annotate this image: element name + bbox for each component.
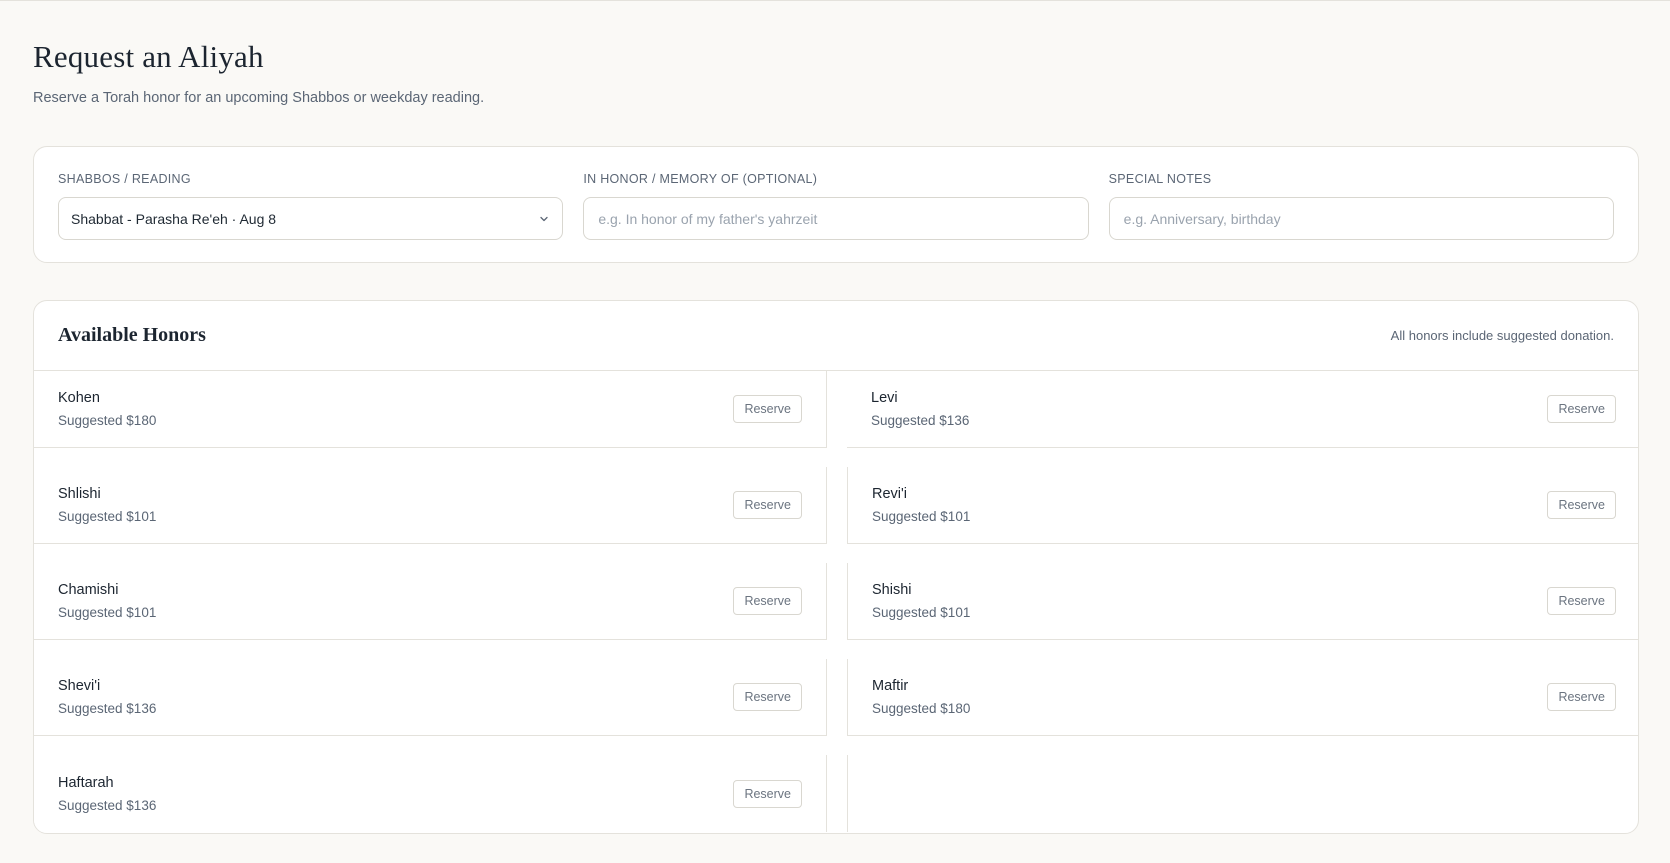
honor-item-shevii: Shevi'i Suggested $136 Reserve — [34, 659, 827, 736]
reserve-button-kohen[interactable]: Reserve — [733, 395, 802, 423]
honor-price: Suggested $136 — [58, 701, 157, 716]
request-form: SHABBOS / READING Shabbat - Parasha Re'e… — [33, 146, 1639, 263]
page-title: Request an Aliyah — [33, 39, 264, 74]
honor-price: Suggested $101 — [872, 509, 971, 524]
honor-field: IN HONOR / MEMORY OF (OPTIONAL) — [583, 171, 1089, 262]
honor-info: Chamishi Suggested $101 — [58, 581, 156, 621]
honor-name: Revi'i — [872, 486, 907, 502]
honor-item-maftir: Maftir Suggested $180 Reserve — [847, 659, 1638, 736]
honor-name: Maftir — [872, 678, 909, 694]
honor-name: Kohen — [58, 390, 100, 406]
honors-title: Available Honors — [58, 324, 206, 346]
notes-label: SPECIAL NOTES — [1108, 172, 1212, 186]
honor-name: Shevi'i — [58, 678, 101, 694]
honor-info: Maftir Suggested $180 — [872, 677, 970, 717]
notes-field: SPECIAL NOTES — [1108, 171, 1614, 262]
honor-price: Suggested $180 — [58, 413, 157, 428]
notes-input[interactable] — [1121, 209, 1601, 228]
honor-info: Haftarah Suggested $136 — [58, 774, 156, 814]
empty-grid-cell — [847, 755, 1638, 832]
honor-item-haftarah: Haftarah Suggested $136 Reserve — [34, 755, 827, 832]
reserve-button-haftarah[interactable]: Reserve — [733, 779, 802, 808]
reserve-button-shishi[interactable]: Reserve — [1547, 587, 1616, 615]
honor-price: Suggested $180 — [872, 701, 971, 716]
reserve-button-shevii[interactable]: Reserve — [733, 683, 802, 711]
honor-item-shishi: Shishi Suggested $101 Reserve — [847, 563, 1638, 640]
honor-info: Shevi'i Suggested $136 — [58, 677, 156, 717]
notes-input-wrapper — [1108, 197, 1614, 240]
honors-note: All honors include suggested donation. — [1390, 328, 1614, 343]
honor-price: Suggested $101 — [872, 605, 971, 620]
honor-name: Haftarah — [58, 774, 114, 791]
honor-info: Shlishi Suggested $101 — [58, 485, 156, 525]
reading-select-value: Shabbat - Parasha Re'eh · Aug 8 — [71, 210, 277, 227]
page-subtitle: Reserve a Torah honor for an upcoming Sh… — [33, 90, 485, 106]
honor-name: Shlishi — [58, 486, 101, 502]
honor-label: IN HONOR / MEMORY OF (OPTIONAL) — [583, 172, 818, 186]
reserve-button-shlishi[interactable]: Reserve — [733, 491, 802, 519]
honors-grid: Kohen Suggested $180 Reserve Levi Sugges… — [34, 371, 1638, 832]
honor-price: Suggested $101 — [58, 605, 157, 620]
honor-name: Chamishi — [58, 582, 119, 598]
honor-input[interactable] — [596, 209, 1076, 228]
available-honors-card: Available Honors All honors include sugg… — [33, 300, 1639, 834]
honor-price: Suggested $136 — [58, 797, 157, 813]
honor-input-wrapper — [583, 197, 1089, 240]
honor-item-shlishi: Shlishi Suggested $101 Reserve — [34, 467, 827, 544]
honor-item-chamishi: Chamishi Suggested $101 Reserve — [34, 563, 827, 640]
reading-label: SHABBOS / READING — [58, 172, 191, 186]
page: Request an Aliyah Reserve a Torah honor … — [0, 1, 1670, 834]
reserve-button-chamishi[interactable]: Reserve — [733, 587, 802, 615]
honor-price: Suggested $136 — [871, 413, 970, 428]
reading-field: SHABBOS / READING Shabbat - Parasha Re'e… — [58, 171, 564, 262]
honor-info: Shishi Suggested $101 — [872, 581, 970, 621]
honor-item-revii: Revi'i Suggested $101 Reserve — [847, 467, 1638, 544]
honor-price: Suggested $101 — [58, 509, 157, 524]
honor-info: Revi'i Suggested $101 — [872, 485, 970, 525]
honor-item-kohen: Kohen Suggested $180 Reserve — [34, 371, 827, 448]
honor-name: Levi — [871, 390, 898, 406]
honor-info: Kohen Suggested $180 — [58, 389, 156, 429]
chevron-down-icon — [540, 216, 548, 222]
honor-item-levi: Levi Suggested $136 Reserve — [847, 371, 1638, 448]
reserve-button-maftir[interactable]: Reserve — [1547, 683, 1616, 711]
reserve-button-revii[interactable]: Reserve — [1547, 491, 1616, 519]
reserve-button-levi[interactable]: Reserve — [1547, 395, 1616, 423]
honor-info: Levi Suggested $136 — [871, 389, 969, 429]
reading-select[interactable]: Shabbat - Parasha Re'eh · Aug 8 — [58, 197, 564, 240]
honors-header: Available Honors All honors include sugg… — [34, 301, 1638, 371]
honor-name: Shishi — [872, 582, 912, 598]
